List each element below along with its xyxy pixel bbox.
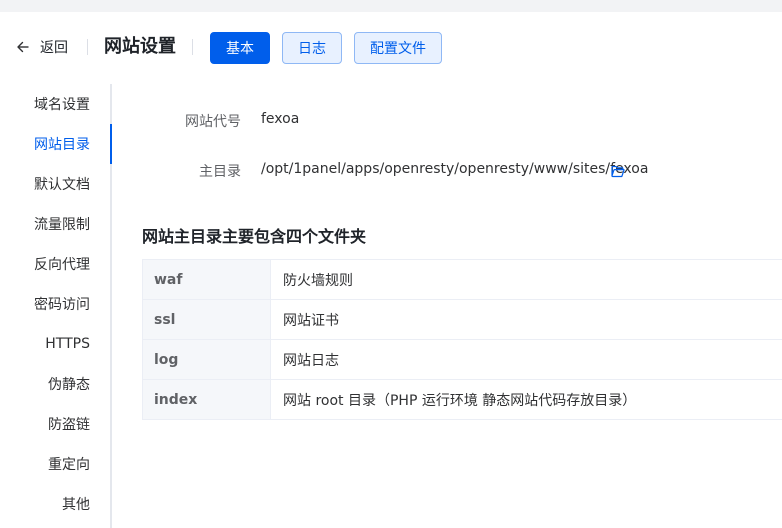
folder-name: ssl [143, 300, 271, 339]
table-row: index 网站 root 目录（PHP 运行环境 静态网站代码存放目录） [143, 380, 782, 420]
header-divider [192, 39, 193, 55]
sidebar-item-anti-leech[interactable]: 防盗链 [0, 404, 110, 444]
sidebar-item-other[interactable]: 其他 [0, 484, 110, 524]
folder-name: index [143, 380, 271, 419]
sidebar-item-rewrite[interactable]: 伪静态 [0, 364, 110, 404]
root-dir-label: 主目录 [199, 164, 241, 180]
back-label: 返回 [40, 40, 68, 56]
site-code-label: 网站代号 [185, 114, 241, 130]
table-row: waf 防火墙规则 [143, 260, 782, 300]
sidebar-item-domain[interactable]: 域名设置 [0, 84, 110, 124]
sidebar-item-redirect[interactable]: 重定向 [0, 444, 110, 484]
table-row: ssl 网站证书 [143, 300, 782, 340]
folder-description: 防火墙规则 [283, 272, 353, 289]
root-dir-value: /opt/1panel/apps/openresty/openresty/www… [261, 161, 649, 177]
folder-name: log [143, 340, 271, 379]
folder-table: waf 防火墙规则 ssl 网站证书 log 网站日志 index 网站 roo… [142, 259, 782, 420]
back-button[interactable]: 返回 [16, 35, 68, 59]
page-title: 网站设置 [104, 36, 176, 57]
site-code-value: fexoa [261, 111, 300, 127]
page-header: 返回 网站设置 基本 日志 配置文件 [0, 12, 782, 84]
table-row: log 网站日志 [143, 340, 782, 380]
folder-description: 网站 root 目录（PHP 运行环境 静态网站代码存放目录） [283, 392, 637, 409]
sidebar-item-https[interactable]: HTTPS [0, 324, 110, 364]
tab-basic[interactable]: 基本 [210, 32, 270, 64]
sidebar-item-default-document[interactable]: 默认文档 [0, 164, 110, 204]
section-title: 网站主目录主要包含四个文件夹 [142, 227, 367, 246]
sidebar-item-reverse-proxy[interactable]: 反向代理 [0, 244, 110, 284]
folder-open-icon[interactable] [611, 163, 625, 182]
folder-name: waf [143, 260, 271, 299]
arrow-left-icon [16, 40, 30, 54]
folder-description: 网站证书 [283, 312, 339, 329]
sidebar-item-traffic-limit[interactable]: 流量限制 [0, 204, 110, 244]
sidebar-item-site-directory[interactable]: 网站目录 [0, 124, 110, 164]
sidebar-active-indicator [110, 124, 112, 164]
sidebar-item-password-access[interactable]: 密码访问 [0, 284, 110, 324]
website-settings-page: 返回 网站设置 基本 日志 配置文件 域名设置 网站目录 默认文档 流量限制 反… [0, 12, 782, 528]
header-divider [87, 39, 88, 55]
tab-logs[interactable]: 日志 [282, 32, 342, 64]
settings-sidebar: 域名设置 网站目录 默认文档 流量限制 反向代理 密码访问 HTTPS 伪静态 … [0, 84, 112, 528]
folder-description: 网站日志 [283, 352, 339, 369]
tab-config-file[interactable]: 配置文件 [354, 32, 442, 64]
